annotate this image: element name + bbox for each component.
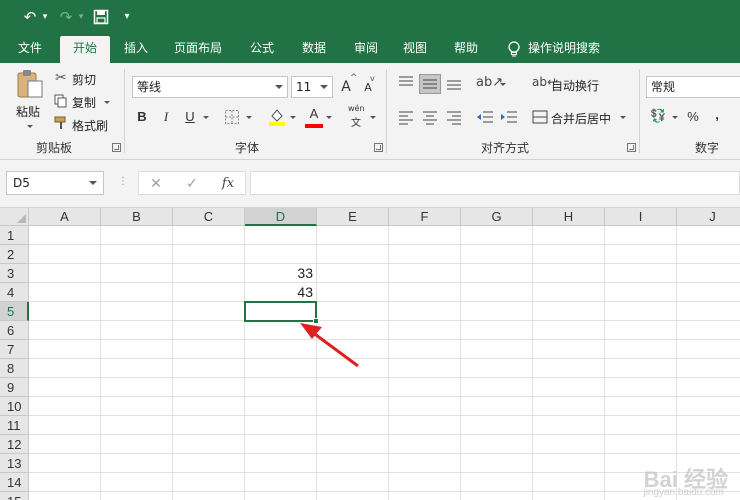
merge-dropdown-icon[interactable] <box>620 116 626 119</box>
redo-button[interactable]: ↷ <box>56 6 76 28</box>
cut-button[interactable]: 剪切 <box>72 71 96 88</box>
increase-caret-icon: ^ <box>350 73 358 83</box>
annotation-arrow <box>300 323 359 368</box>
font-group-label: 字体 <box>234 141 259 155</box>
enter-icon[interactable]: ✓ <box>181 173 203 195</box>
chevron-down-icon <box>89 181 97 185</box>
tab-insert[interactable]: 插入 <box>114 36 158 63</box>
fill-color-dropdown-icon[interactable] <box>290 116 296 119</box>
merge-center-icon <box>532 110 548 124</box>
save-icon <box>93 9 109 25</box>
chevron-down-icon <box>320 85 328 89</box>
group-divider <box>124 69 125 153</box>
tab-file[interactable]: 文件 <box>8 36 52 63</box>
font-family-select[interactable]: 等线 <box>132 76 288 98</box>
font-launcher-icon[interactable] <box>374 143 383 152</box>
undo-dropdown-icon[interactable]: ▾ <box>40 6 50 28</box>
customize-quick-access-button[interactable]: ▾ <box>120 6 134 28</box>
merge-center-button[interactable]: 合并后居中 <box>551 110 611 127</box>
comma-style-button[interactable]: , <box>710 105 724 125</box>
tab-formulas[interactable]: 公式 <box>240 36 284 63</box>
tell-me-search[interactable]: 操作说明搜索 <box>528 36 612 63</box>
alignment-group-label: 对齐方式 <box>480 141 529 155</box>
copy-button[interactable]: 复制 <box>72 94 96 111</box>
save-button[interactable] <box>90 6 112 28</box>
copy-dropdown-icon[interactable] <box>104 101 110 104</box>
clipboard-launcher-icon[interactable] <box>112 143 121 152</box>
formula-bar-splitter-icon[interactable]: ⋮ <box>118 176 128 187</box>
watermark-url: jingyan.baidu.com <box>643 487 724 498</box>
tab-view[interactable]: 视图 <box>393 36 437 63</box>
redo-dropdown-icon[interactable]: ▾ <box>76 6 86 28</box>
font-color-button[interactable]: A <box>306 104 322 124</box>
fill-color-swatch <box>269 122 285 126</box>
group-divider <box>639 69 640 153</box>
align-right-icon[interactable] <box>446 109 462 125</box>
fill-color-icon[interactable] <box>268 107 286 127</box>
align-bottom-icon[interactable] <box>446 75 462 91</box>
orientation-dropdown-icon[interactable] <box>500 83 506 86</box>
tab-review[interactable]: 审阅 <box>344 36 388 63</box>
borders-dropdown-icon[interactable] <box>246 116 252 119</box>
paste-icon[interactable] <box>14 69 46 99</box>
phonetic-guide-bottom[interactable]: 文 <box>351 114 361 129</box>
formula-buttons: ✕ ✓ fx <box>138 171 246 195</box>
align-middle-button[interactable] <box>419 74 441 94</box>
tab-home[interactable]: 开始 <box>60 36 110 63</box>
align-top-icon[interactable] <box>398 75 414 91</box>
tab-page-layout[interactable]: 页面布局 <box>166 36 230 63</box>
ribbon: 粘贴 ✂ 剪切 复制 格式刷 剪贴板 等线 11 A ^ A v B I U A… <box>0 63 740 160</box>
group-divider <box>386 69 387 153</box>
phonetic-dropdown-icon[interactable] <box>370 116 376 119</box>
lightbulb-icon <box>508 41 520 57</box>
percent-style-button[interactable]: % <box>684 107 702 127</box>
insert-function-button[interactable]: fx <box>217 173 239 195</box>
formula-input[interactable] <box>250 171 740 195</box>
format-painter-icon <box>54 116 66 129</box>
increase-indent-icon[interactable] <box>500 109 518 125</box>
tab-help[interactable]: 帮助 <box>444 36 488 63</box>
format-painter-button[interactable]: 格式刷 <box>72 117 108 134</box>
formula-bar: D5 ⋮ ✕ ✓ fx <box>0 160 740 208</box>
number-format-select[interactable]: 常规 <box>646 76 740 98</box>
font-size-select[interactable]: 11 <box>291 76 333 98</box>
chevron-down-icon <box>275 85 283 89</box>
ribbon-tabs: 文件 开始 插入 页面布局 公式 数据 审阅 视图 帮助 操作说明搜索 <box>0 36 740 63</box>
currency-icon[interactable]: 💱 <box>650 109 666 124</box>
align-center-icon[interactable] <box>422 109 438 125</box>
borders-icon[interactable] <box>224 109 240 125</box>
paste-button[interactable]: 粘贴 <box>16 103 40 120</box>
font-color-swatch <box>305 124 323 128</box>
bold-button[interactable]: B <box>134 107 150 127</box>
copy-icon <box>54 94 67 108</box>
clipboard-group-label: 剪贴板 <box>35 141 72 155</box>
cancel-icon[interactable]: ✕ <box>145 173 167 195</box>
underline-dropdown-icon[interactable] <box>203 116 209 119</box>
font-color-dropdown-icon[interactable] <box>326 116 332 119</box>
tab-data[interactable]: 数据 <box>292 36 336 63</box>
decrease-caret-icon: v <box>370 74 375 83</box>
name-box[interactable]: D5 <box>6 171 104 195</box>
currency-dropdown-icon[interactable] <box>672 116 678 119</box>
wrap-text-button[interactable]: 自动换行 <box>551 77 599 94</box>
worksheet-grid[interactable]: ABCDEFGHIJ 123456789101112131415 3343 Ba… <box>0 208 740 500</box>
annotation-arrow-shaft <box>311 330 359 368</box>
decrease-indent-icon[interactable] <box>476 109 494 125</box>
paste-dropdown-icon[interactable] <box>27 125 33 128</box>
phonetic-guide-top[interactable]: wén <box>348 104 365 113</box>
undo-button[interactable]: ↶ <box>20 6 40 28</box>
underline-button[interactable]: U <box>182 107 198 127</box>
cut-icon: ✂ <box>55 70 67 86</box>
title-bar: ↶ ▾ ↷ ▾ ▾ <box>0 0 740 36</box>
italic-button[interactable]: I <box>158 107 174 127</box>
number-group-label: 数字 <box>694 141 719 155</box>
align-middle-icon <box>423 79 437 89</box>
alignment-launcher-icon[interactable] <box>627 143 636 152</box>
align-left-icon[interactable] <box>398 109 414 125</box>
